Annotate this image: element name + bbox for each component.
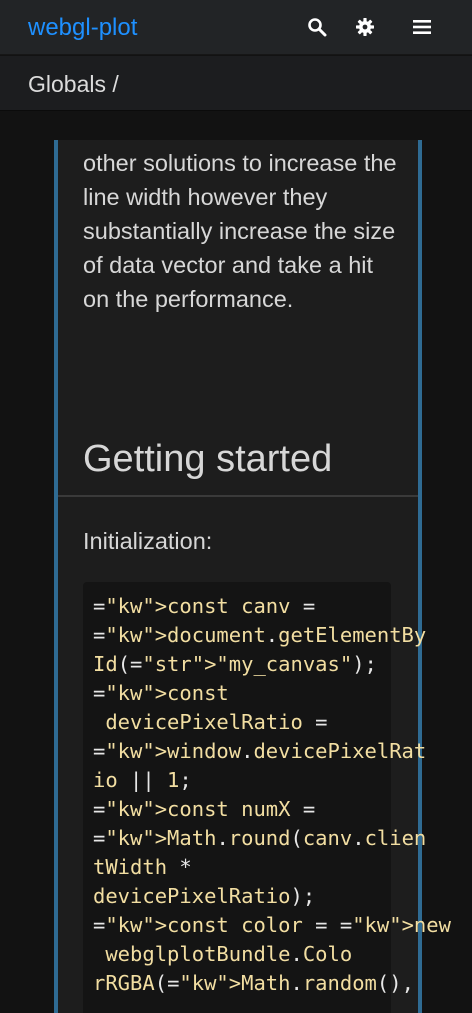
description-paragraph: other solutions to increase the line wid…	[83, 150, 397, 312]
code-text: ="kw">const canv = ="kw">document.getEle…	[93, 594, 451, 995]
breadcrumb-bar: Globals /	[0, 56, 472, 111]
menu-icon[interactable]	[409, 14, 435, 40]
section-heading: Getting started	[83, 438, 333, 480]
brand-link[interactable]: webgl-plot	[28, 14, 137, 42]
initialization-label: Initialization:	[83, 528, 213, 554]
gear-icon[interactable]	[352, 14, 378, 40]
readme-panel: other solutions to increase the line wid…	[54, 140, 451, 1013]
section-divider	[58, 495, 418, 497]
top-navbar: webgl-plot	[0, 0, 472, 55]
search-icon[interactable]	[304, 14, 330, 40]
breadcrumb[interactable]: Globals /	[28, 70, 119, 98]
main-content: other solutions to increase the line wid…	[0, 112, 472, 1013]
code-block: ="kw">const canv = ="kw">document.getEle…	[83, 582, 451, 1013]
